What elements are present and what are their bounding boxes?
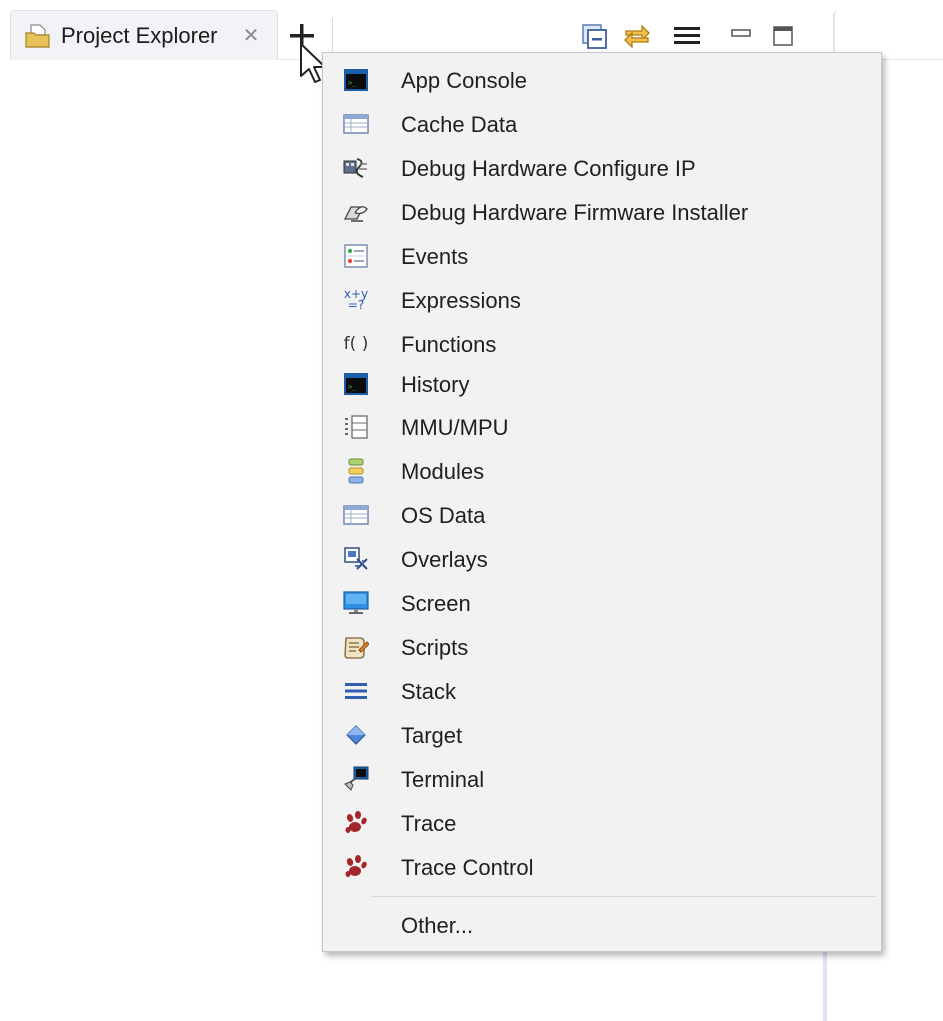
expressions-icon: x+y =? xyxy=(343,287,369,313)
menu-item-label: Debug Hardware Firmware Installer xyxy=(401,200,749,225)
table-icon xyxy=(343,111,369,137)
table-icon xyxy=(343,502,369,528)
monitor-icon xyxy=(343,590,369,616)
close-icon[interactable]: ✕ xyxy=(239,24,263,48)
show-view-menu: >_ App Console Cache Data Debug Hardware… xyxy=(322,52,882,952)
maximize-icon[interactable] xyxy=(768,22,798,50)
overlays-icon xyxy=(343,546,369,572)
menu-item-label: Terminal xyxy=(401,767,485,792)
mmu-icon xyxy=(343,414,369,440)
fn-icon-text: f( ) xyxy=(343,334,369,354)
minimize-icon[interactable] xyxy=(726,22,756,50)
tab-project-explorer[interactable]: Project Explorer ✕ xyxy=(10,10,278,60)
firmware-installer-icon xyxy=(343,199,369,225)
scripts-icon xyxy=(343,634,369,660)
events-icon xyxy=(343,243,369,269)
menu-item-label: Screen xyxy=(401,591,471,616)
menu-item-terminal[interactable]: Terminal xyxy=(323,757,881,801)
menu-item-label: App Console xyxy=(401,68,527,93)
terminal-icon xyxy=(343,766,369,792)
menu-item-label: Scripts xyxy=(401,635,469,660)
menu-item-label: Other... xyxy=(401,913,474,938)
svg-text:>_: >_ xyxy=(348,79,357,87)
menu-item-label: MMU/MPU xyxy=(401,415,509,440)
functions-icon: f( ) xyxy=(343,331,369,357)
menu-item-label: Modules xyxy=(401,459,485,484)
view-menu-icon[interactable] xyxy=(672,22,702,50)
console-icon: >_ xyxy=(343,67,369,93)
menu-item-trace[interactable]: Trace xyxy=(323,801,881,845)
menu-item-modules[interactable]: Modules xyxy=(323,449,881,493)
expr-icon-bottom: =? xyxy=(347,298,365,312)
tab-label: Project Explorer xyxy=(61,23,218,48)
modules-icon xyxy=(343,458,369,484)
stack-icon xyxy=(343,678,369,704)
menu-item-label: Trace xyxy=(401,811,457,836)
menu-item-os-data[interactable]: OS Data xyxy=(323,493,881,537)
collapse-all-icon[interactable] xyxy=(580,22,610,50)
paw-icon xyxy=(343,810,369,836)
menu-item-functions[interactable]: f( ) Functions xyxy=(323,322,881,366)
menu-item-screen[interactable]: Screen xyxy=(323,581,881,625)
menu-item-target[interactable]: Target xyxy=(323,713,881,757)
menu-item-label: Overlays xyxy=(401,547,488,572)
menu-item-cache-data[interactable]: Cache Data xyxy=(323,102,881,146)
menu-item-label: Trace Control xyxy=(401,855,534,880)
menu-separator xyxy=(371,896,876,897)
target-icon xyxy=(343,722,369,748)
menu-item-label: Target xyxy=(401,723,463,748)
menu-item-overlays[interactable]: Overlays xyxy=(323,537,881,581)
menu-item-debug-hardware-firmware-installer[interactable]: Debug Hardware Firmware Installer xyxy=(323,190,881,234)
menu-item-label: Events xyxy=(401,244,469,269)
menu-item-events[interactable]: Events xyxy=(323,234,881,278)
svg-text:>_: >_ xyxy=(348,383,357,391)
menu-item-history[interactable]: >_ History xyxy=(323,362,881,406)
link-with-editor-icon[interactable] xyxy=(622,22,652,50)
project-explorer-icon xyxy=(25,24,50,48)
menu-item-label: Functions xyxy=(401,332,497,357)
menu-item-mmu-mpu[interactable]: MMU/MPU xyxy=(323,405,881,449)
menu-item-scripts[interactable]: Scripts xyxy=(323,625,881,669)
menu-item-trace-control[interactable]: Trace Control xyxy=(323,845,881,889)
menu-item-label: Stack xyxy=(401,679,457,704)
console-icon: >_ xyxy=(343,371,369,397)
menu-item-expressions[interactable]: x+y =? Expressions xyxy=(323,278,881,322)
ide-window: Project Explorer ✕ >_ App Console Cache … xyxy=(0,0,943,1021)
menu-item-label: OS Data xyxy=(401,503,486,528)
menu-item-debug-hardware-configure-ip[interactable]: Debug Hardware Configure IP xyxy=(323,146,881,190)
menu-item-label: Expressions xyxy=(401,288,521,313)
menu-item-app-console[interactable]: >_ App Console xyxy=(323,58,881,102)
menu-item-label: Debug Hardware Configure IP xyxy=(401,156,696,181)
menu-item-other[interactable]: Other... xyxy=(323,903,881,947)
menu-item-label: History xyxy=(401,372,470,397)
menu-item-label: Cache Data xyxy=(401,112,518,137)
hardware-config-icon xyxy=(343,155,369,181)
paw-icon xyxy=(343,854,369,880)
menu-item-stack[interactable]: Stack xyxy=(323,669,881,713)
